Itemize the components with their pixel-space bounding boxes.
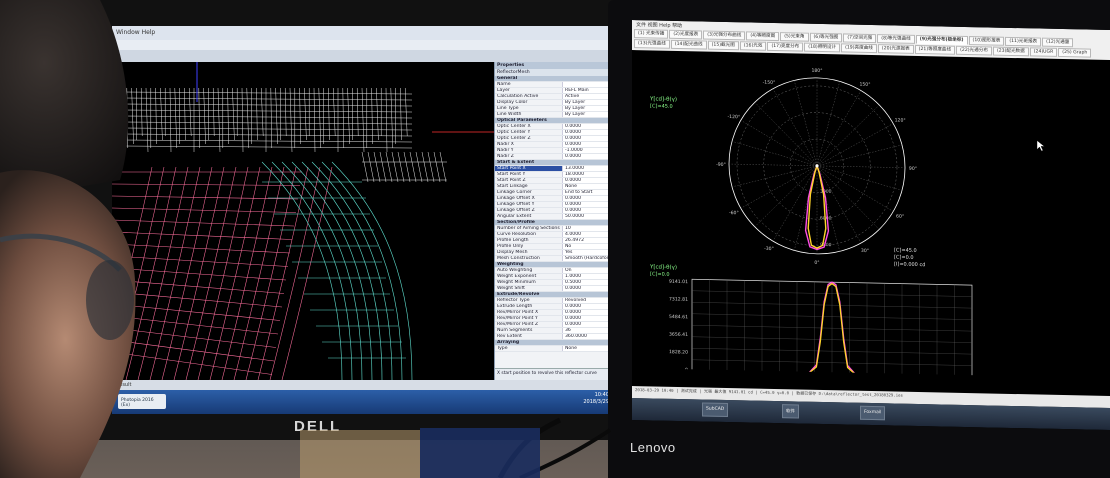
photo-scene: Window Help Properties ReflectorMesh Gen… — [0, 0, 1110, 478]
person-foreground — [0, 0, 136, 478]
